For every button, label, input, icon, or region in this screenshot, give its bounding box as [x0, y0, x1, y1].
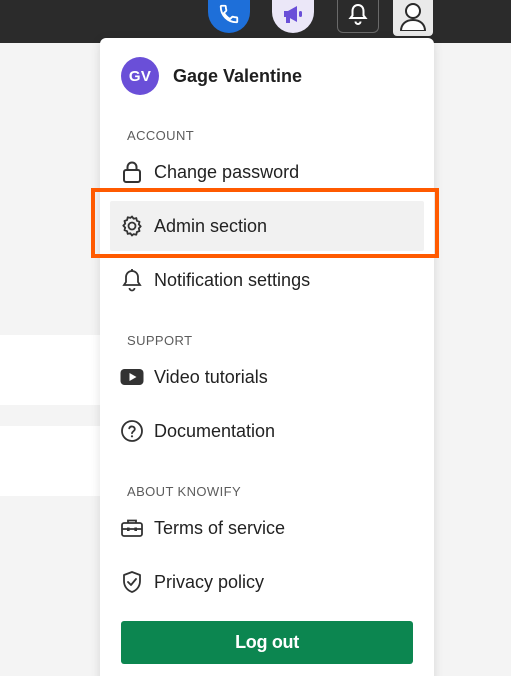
avatar: GV — [121, 57, 159, 95]
bell-icon — [348, 3, 368, 30]
menu-item-documentation[interactable]: Documentation — [110, 406, 424, 456]
menu-item-terms-of-service[interactable]: Terms of service — [110, 503, 424, 553]
menu-item-notification-settings[interactable]: Notification settings — [110, 255, 424, 305]
profile-header: GV Gage Valentine — [121, 57, 303, 95]
menu-item-video-tutorials[interactable]: Video tutorials — [110, 352, 424, 402]
gear-icon — [120, 214, 144, 238]
menu-item-change-password[interactable]: Change password — [110, 147, 424, 197]
announcements-button[interactable] — [272, 0, 314, 33]
section-heading-support: SUPPORT — [127, 333, 193, 348]
menu-item-label: Admin section — [154, 215, 268, 236]
menu-item-privacy-policy[interactable]: Privacy policy — [110, 557, 424, 607]
section-heading-account: ACCOUNT — [127, 128, 195, 143]
toolbox-icon — [120, 516, 144, 540]
logout-button[interactable]: Log out — [121, 621, 413, 664]
user-icon — [399, 1, 427, 36]
menu-item-admin-section[interactable]: Admin section — [110, 201, 424, 251]
background-card — [0, 335, 110, 405]
lock-icon — [120, 160, 144, 184]
menu-item-label: Change password — [154, 161, 300, 182]
megaphone-icon — [281, 3, 305, 30]
background-card — [0, 426, 110, 496]
section-heading-about: ABOUT KNOWIFY — [127, 484, 242, 499]
menu-item-label: Terms of service — [154, 517, 286, 538]
youtube-icon — [120, 365, 144, 389]
menu-item-label: Video tutorials — [154, 366, 268, 387]
user-dropdown-menu: GV Gage Valentine ACCOUNT Change passwor… — [100, 38, 434, 676]
phone-button[interactable] — [208, 0, 250, 33]
top-bar — [0, 0, 511, 43]
menu-item-label: Documentation — [154, 420, 276, 441]
bell-icon — [120, 268, 144, 292]
phone-icon — [218, 3, 240, 30]
notifications-button[interactable] — [337, 0, 379, 33]
question-circle-icon — [120, 419, 144, 443]
menu-item-label: Notification settings — [154, 269, 311, 290]
user-name: Gage Valentine — [173, 65, 303, 86]
user-menu-button[interactable] — [393, 0, 433, 36]
shield-check-icon — [120, 570, 144, 594]
menu-item-label: Privacy policy — [154, 571, 265, 592]
